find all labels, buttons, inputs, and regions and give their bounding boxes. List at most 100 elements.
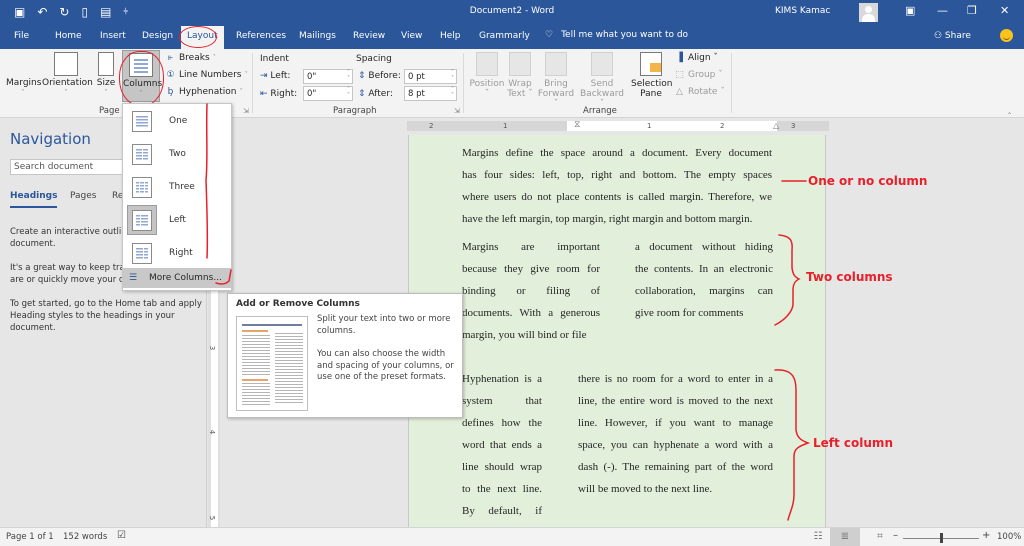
annotation-two-columns: Two columns (806, 270, 893, 284)
page-setup-launcher-icon[interactable]: ⇲ (243, 107, 249, 115)
columns-option-three[interactable]: Three (127, 172, 227, 202)
send-backward-button[interactable]: Send Backward ˇ (580, 52, 624, 109)
breaks-button[interactable]: ⫦ Breaks ˇ (165, 53, 216, 63)
lightbulb-icon: ♡ (545, 30, 554, 40)
nav-tab-pages[interactable]: Pages (70, 191, 96, 201)
tab-references[interactable]: References (236, 31, 286, 41)
text-line: have the left margin, top margin, right … (462, 213, 753, 225)
tab-home[interactable]: Home (55, 31, 82, 41)
wrap-text-icon (509, 52, 531, 76)
title-bar: ▣ ↶ ↻ ▯ ▤ ⫩ Document2 - Word KIMS Kamac … (0, 0, 1024, 25)
ruler-number: 4 (208, 429, 217, 435)
collapse-ribbon-icon[interactable]: ‸ (1008, 105, 1011, 115)
columns-option-two[interactable]: Two (127, 139, 227, 169)
line-numbers-button[interactable]: ① Line Numbers ˇ (165, 70, 248, 80)
spacing-after-icon: ⇕ (358, 89, 366, 99)
columns-option-one[interactable]: One (127, 106, 227, 136)
indent-left-spinner[interactable]: ˄ ˅ (347, 70, 350, 82)
tell-me-search[interactable]: ♡ Tell me what you want to do (545, 30, 688, 40)
text-line: Margins are important (462, 241, 600, 253)
more-columns-button[interactable]: ☰ More Columns... (123, 268, 231, 288)
minimize-button[interactable]: — (937, 4, 948, 17)
selection-pane-button[interactable]: Selection Pane (631, 52, 672, 99)
indent-marker-icon[interactable]: ⧖ (574, 120, 580, 130)
document-page[interactable]: Margins define the space around a docume… (408, 135, 826, 527)
indent-right-spinner[interactable]: ˄ ˅ (347, 87, 350, 99)
share-button[interactable]: ⚇ Share (934, 31, 971, 41)
rotate-button[interactable]: △ Rotate ˇ (674, 87, 725, 97)
avatar[interactable] (859, 3, 878, 22)
bring-forward-button[interactable]: Bring Forward ˇ (536, 52, 576, 109)
zoom-in-button[interactable]: + (982, 530, 990, 541)
position-button[interactable]: Position ˇ (469, 52, 505, 99)
tab-grammarly[interactable]: Grammarly (479, 31, 530, 41)
breaks-icon: ⫦ (167, 53, 174, 63)
two-columns-left: Margins are important because they give … (462, 236, 600, 346)
margins-button[interactable]: Margins ˇ (6, 52, 443, 211)
tab-layout[interactable]: Layout (179, 26, 224, 49)
feedback-smiley-icon[interactable] (1000, 29, 1013, 42)
columns-option-right[interactable]: Right (127, 238, 227, 268)
ruler-number: 2 (429, 122, 434, 130)
bring-forward-icon (545, 52, 567, 76)
group-divider (252, 53, 253, 113)
orientation-button[interactable]: Orientation ˇ (42, 52, 93, 97)
paragraph-launcher-icon[interactable]: ⇲ (454, 107, 460, 115)
columns-option-left[interactable]: Left (127, 205, 227, 235)
print-layout-button[interactable]: ≣ (830, 528, 860, 546)
spacing-after-label: ⇕ After: (358, 89, 393, 99)
ruler-number: 3 (208, 345, 217, 351)
align-button[interactable]: ▐ Align ˇ (674, 53, 718, 63)
close-button[interactable]: ✕ (1000, 4, 1009, 17)
paragraph-group-label: Paragraph (333, 106, 377, 116)
left-column-wide: there is no room for a word to enter in … (578, 368, 773, 500)
spacing-before-spinner[interactable]: ˄ ˅ (451, 70, 454, 82)
zoom-out-button[interactable]: – (893, 530, 898, 541)
wrap-text-button[interactable]: Wrap Text ˇ (507, 52, 533, 99)
indent-left-field[interactable]: 0" ˄ ˅ (303, 69, 353, 84)
add-remove-columns-tooltip: Add or Remove Columns Split your text in… (227, 293, 463, 418)
tab-insert[interactable]: Insert (100, 31, 126, 41)
hyphenation-button[interactable]: b̧ Hyphenation ˇ (165, 87, 243, 97)
tab-mailings[interactable]: Mailings (299, 31, 336, 41)
tab-review[interactable]: Review (353, 31, 385, 41)
spacing-before-field[interactable]: 0 pt ˄ ˅ (404, 69, 457, 84)
read-mode-button[interactable]: ☷ (805, 528, 831, 546)
text-line: has four sides: left, top, right and bot… (462, 169, 772, 181)
tab-file[interactable]: File (14, 31, 29, 41)
tab-view[interactable]: View (401, 31, 422, 41)
web-layout-button[interactable]: ⌗ (867, 528, 893, 546)
word-count[interactable]: 152 words (63, 532, 107, 542)
tab-help[interactable]: Help (440, 31, 461, 41)
page-count[interactable]: Page 1 of 1 (6, 532, 54, 542)
spacing-after-field[interactable]: 8 pt ˄ ˅ (404, 86, 457, 101)
horizontal-ruler[interactable]: 2 1 1 2 3 ⧖ △ (407, 120, 829, 131)
group-button[interactable]: ⬚ Group ˇ (674, 70, 723, 80)
right-indent-marker-icon[interactable]: △ (773, 121, 779, 130)
align-icon: ▐ (676, 53, 683, 63)
status-bar: Page 1 of 1 152 words ☑ ☷ ≣ ⌗ – + 100% (0, 527, 1024, 546)
indent-left-label: ⇥ Left: (260, 71, 291, 81)
one-column-icon (132, 110, 152, 132)
text-line: line should wrap (462, 461, 542, 473)
indent-right-icon: ⇤ (260, 89, 268, 99)
zoom-slider-thumb[interactable] (939, 533, 943, 543)
user-name[interactable]: KIMS Kamac (775, 6, 830, 16)
annotation-one-column: One or no column (808, 174, 928, 188)
text-line: Hyphenation is a (462, 373, 542, 385)
zoom-level[interactable]: 100% (997, 532, 1021, 542)
rotate-icon: △ (676, 87, 683, 97)
restore-button[interactable]: ❐ (967, 4, 977, 17)
spacing-after-spinner[interactable]: ˄ ˅ (451, 87, 454, 99)
tab-design[interactable]: Design (142, 31, 173, 41)
ribbon-display-options-icon[interactable]: ▣ (905, 4, 915, 17)
text-line: space, you can hyphenate a word with a (578, 439, 773, 451)
text-line: to the next line. (462, 483, 542, 495)
three-columns-icon (132, 176, 152, 198)
indent-right-field[interactable]: 0" ˄ ˅ (303, 86, 353, 101)
size-button[interactable]: Size ˇ (94, 52, 118, 97)
nav-tab-headings[interactable]: Headings (10, 191, 58, 208)
hyphenation-icon: b̧ (167, 87, 174, 97)
proofing-icon[interactable]: ☑ (117, 530, 126, 541)
columns-button[interactable]: Columns ˇ (122, 50, 162, 102)
